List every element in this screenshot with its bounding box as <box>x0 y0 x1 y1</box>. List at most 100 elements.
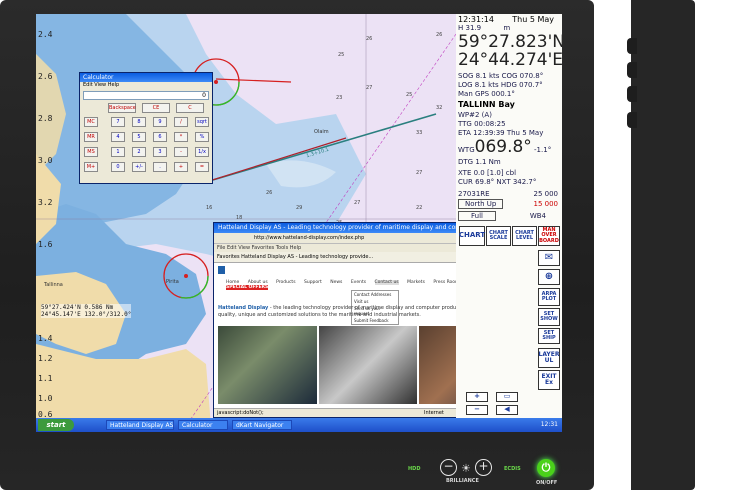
calc-key[interactable]: sqrt <box>195 117 209 127</box>
arpa-plot-button[interactable]: ARPA PLOT <box>538 288 560 306</box>
nav-contact[interactable]: Contact us <box>374 280 399 285</box>
power-button[interactable]: ⏻ <box>537 459 555 477</box>
nav-events[interactable]: Events <box>351 280 366 285</box>
clear-button[interactable]: C <box>176 103 204 113</box>
calculator-window[interactable]: Calculator Edit View Help 0 Backspace CE… <box>79 72 213 184</box>
sun-icon: ☀ <box>461 462 471 475</box>
svg-text:18: 18 <box>236 215 242 221</box>
svg-text:22: 22 <box>416 205 422 211</box>
backspace-button[interactable]: Backspace <box>108 103 136 113</box>
taskbar: start Hatteland Display AS ... Calculato… <box>36 418 562 432</box>
calculator-display: 0 <box>83 91 209 100</box>
nav-support[interactable]: Support <box>304 280 322 285</box>
chart-scale-button[interactable]: CHART SCALE <box>486 226 511 246</box>
calc-key[interactable]: MS <box>84 147 98 157</box>
chart-level-button[interactable]: CHART LEVEL <box>512 226 537 246</box>
calc-key[interactable]: +/- <box>132 162 146 172</box>
lat-label: 1.4 <box>38 334 53 343</box>
svg-text:26: 26 <box>266 190 272 196</box>
calc-key[interactable]: M+ <box>84 162 98 172</box>
svg-text:26: 26 <box>436 32 442 38</box>
screen: 262526 272325 323327 272926 151618 2522 … <box>36 14 562 432</box>
cursor-range: 0.586 Nm <box>84 304 114 311</box>
calc-key[interactable]: 4 <box>111 132 125 142</box>
calculator-menu[interactable]: Edit View Help <box>80 82 212 89</box>
nav-products[interactable]: Products <box>276 280 295 285</box>
display-mode-select[interactable]: Full <box>458 211 496 221</box>
svg-text:27: 27 <box>366 85 372 91</box>
calc-key[interactable]: 2 <box>132 147 146 157</box>
calc-key[interactable]: 8 <box>132 117 146 127</box>
calc-key[interactable]: + <box>174 162 188 172</box>
taskbar-item-browser[interactable]: Hatteland Display AS ... <box>106 420 174 430</box>
lat-label: 2.6 <box>38 72 53 81</box>
calc-key[interactable]: MC <box>84 117 98 127</box>
calc-key[interactable]: % <box>195 132 209 142</box>
calc-key[interactable]: 7 <box>111 117 125 127</box>
start-button[interactable]: start <box>38 419 74 431</box>
calc-key[interactable]: = <box>195 162 209 172</box>
calc-key[interactable]: 6 <box>153 132 167 142</box>
scale-1: 25 000 <box>533 190 559 198</box>
svg-text:25: 25 <box>338 52 344 58</box>
nav-news[interactable]: News <box>330 280 342 285</box>
calc-key[interactable]: 0 <box>111 162 125 172</box>
calc-key[interactable]: 1 <box>111 147 125 157</box>
eta: ETA 12:39:39 Thu 5 May <box>458 129 544 137</box>
sog-line: SOG 8.1 kts COG 070.8° <box>458 72 544 80</box>
window-icon[interactable]: ▭ <box>496 392 518 402</box>
taskbar-item-calculator[interactable]: Calculator <box>178 420 228 430</box>
calc-key[interactable]: MR <box>84 132 98 142</box>
latitude: 59°27.823'N <box>458 32 562 52</box>
place-label: Tallinna <box>44 282 63 288</box>
man-overboard-button[interactable]: MAN OVER BOARD <box>538 226 560 246</box>
calc-key[interactable]: . <box>153 162 167 172</box>
hdd-label: HDD <box>408 466 421 472</box>
date: Thu 5 May <box>512 15 554 24</box>
place-label: Olaim <box>314 129 329 135</box>
lat-label: 2.8 <box>38 114 53 123</box>
nav-markets[interactable]: Markets <box>407 280 425 285</box>
chart-button[interactable]: CHART <box>459 226 485 246</box>
heading-label: H <box>458 24 464 32</box>
crosshair-icon[interactable]: ⊕ <box>538 269 560 285</box>
intro-headline: Hatteland Display <box>218 305 269 311</box>
arrow-left-icon[interactable]: ◀ <box>496 405 518 415</box>
zoom-out-button[interactable]: − <box>466 405 488 415</box>
envelope-icon[interactable]: ✉ <box>538 250 560 266</box>
man-line: Man GPS 000.1° <box>458 90 515 98</box>
calc-key[interactable]: 1/x <box>195 147 209 157</box>
calc-key[interactable]: * <box>174 132 188 142</box>
set-ship-button[interactable]: SET SHIP <box>538 328 560 344</box>
console-photo <box>318 326 418 404</box>
dropdown-item[interactable]: Visit us <box>352 298 398 305</box>
calc-key[interactable]: / <box>174 117 188 127</box>
calc-key[interactable]: - <box>174 147 188 157</box>
brilliance-minus-button[interactable]: − <box>440 459 457 476</box>
time: 12:31:14 <box>458 15 494 24</box>
dropdown-item[interactable]: Contact Addresses <box>352 291 398 298</box>
taskbar-item-dkart[interactable]: dKart Navigator <box>232 420 292 430</box>
nav-special-offers[interactable]: SPECIAL OFFERS <box>226 285 269 290</box>
status-text: javascript:doNot(); <box>217 410 264 416</box>
lat-label: 3.2 <box>38 198 53 207</box>
brilliance-label: BRILLIANCE <box>446 478 479 484</box>
zone-text: Internet <box>424 410 444 416</box>
lat-label: 3.0 <box>38 156 53 165</box>
exit-button[interactable]: EXIT Ex <box>538 370 560 390</box>
set-show-button[interactable]: SET SHOW <box>538 308 560 326</box>
xte: XTE 0.0 [1.0] cbl <box>458 169 517 177</box>
mount-notch <box>627 62 637 78</box>
bridge-photo <box>218 326 317 404</box>
svg-text:25: 25 <box>406 92 412 98</box>
calc-key[interactable]: 9 <box>153 117 167 127</box>
cursor-lat: 59°27.424'N <box>41 304 81 311</box>
brilliance-plus-button[interactable]: + <box>475 459 492 476</box>
zoom-in-button[interactable]: + <box>466 392 488 402</box>
calc-key[interactable]: 5 <box>132 132 146 142</box>
chart-id: 27031RE <box>458 190 490 198</box>
orientation-select[interactable]: North Up <box>458 199 504 209</box>
calc-key[interactable]: 3 <box>153 147 167 157</box>
ce-button[interactable]: CE <box>142 103 170 113</box>
layer-button[interactable]: LAYER UL <box>538 348 560 368</box>
